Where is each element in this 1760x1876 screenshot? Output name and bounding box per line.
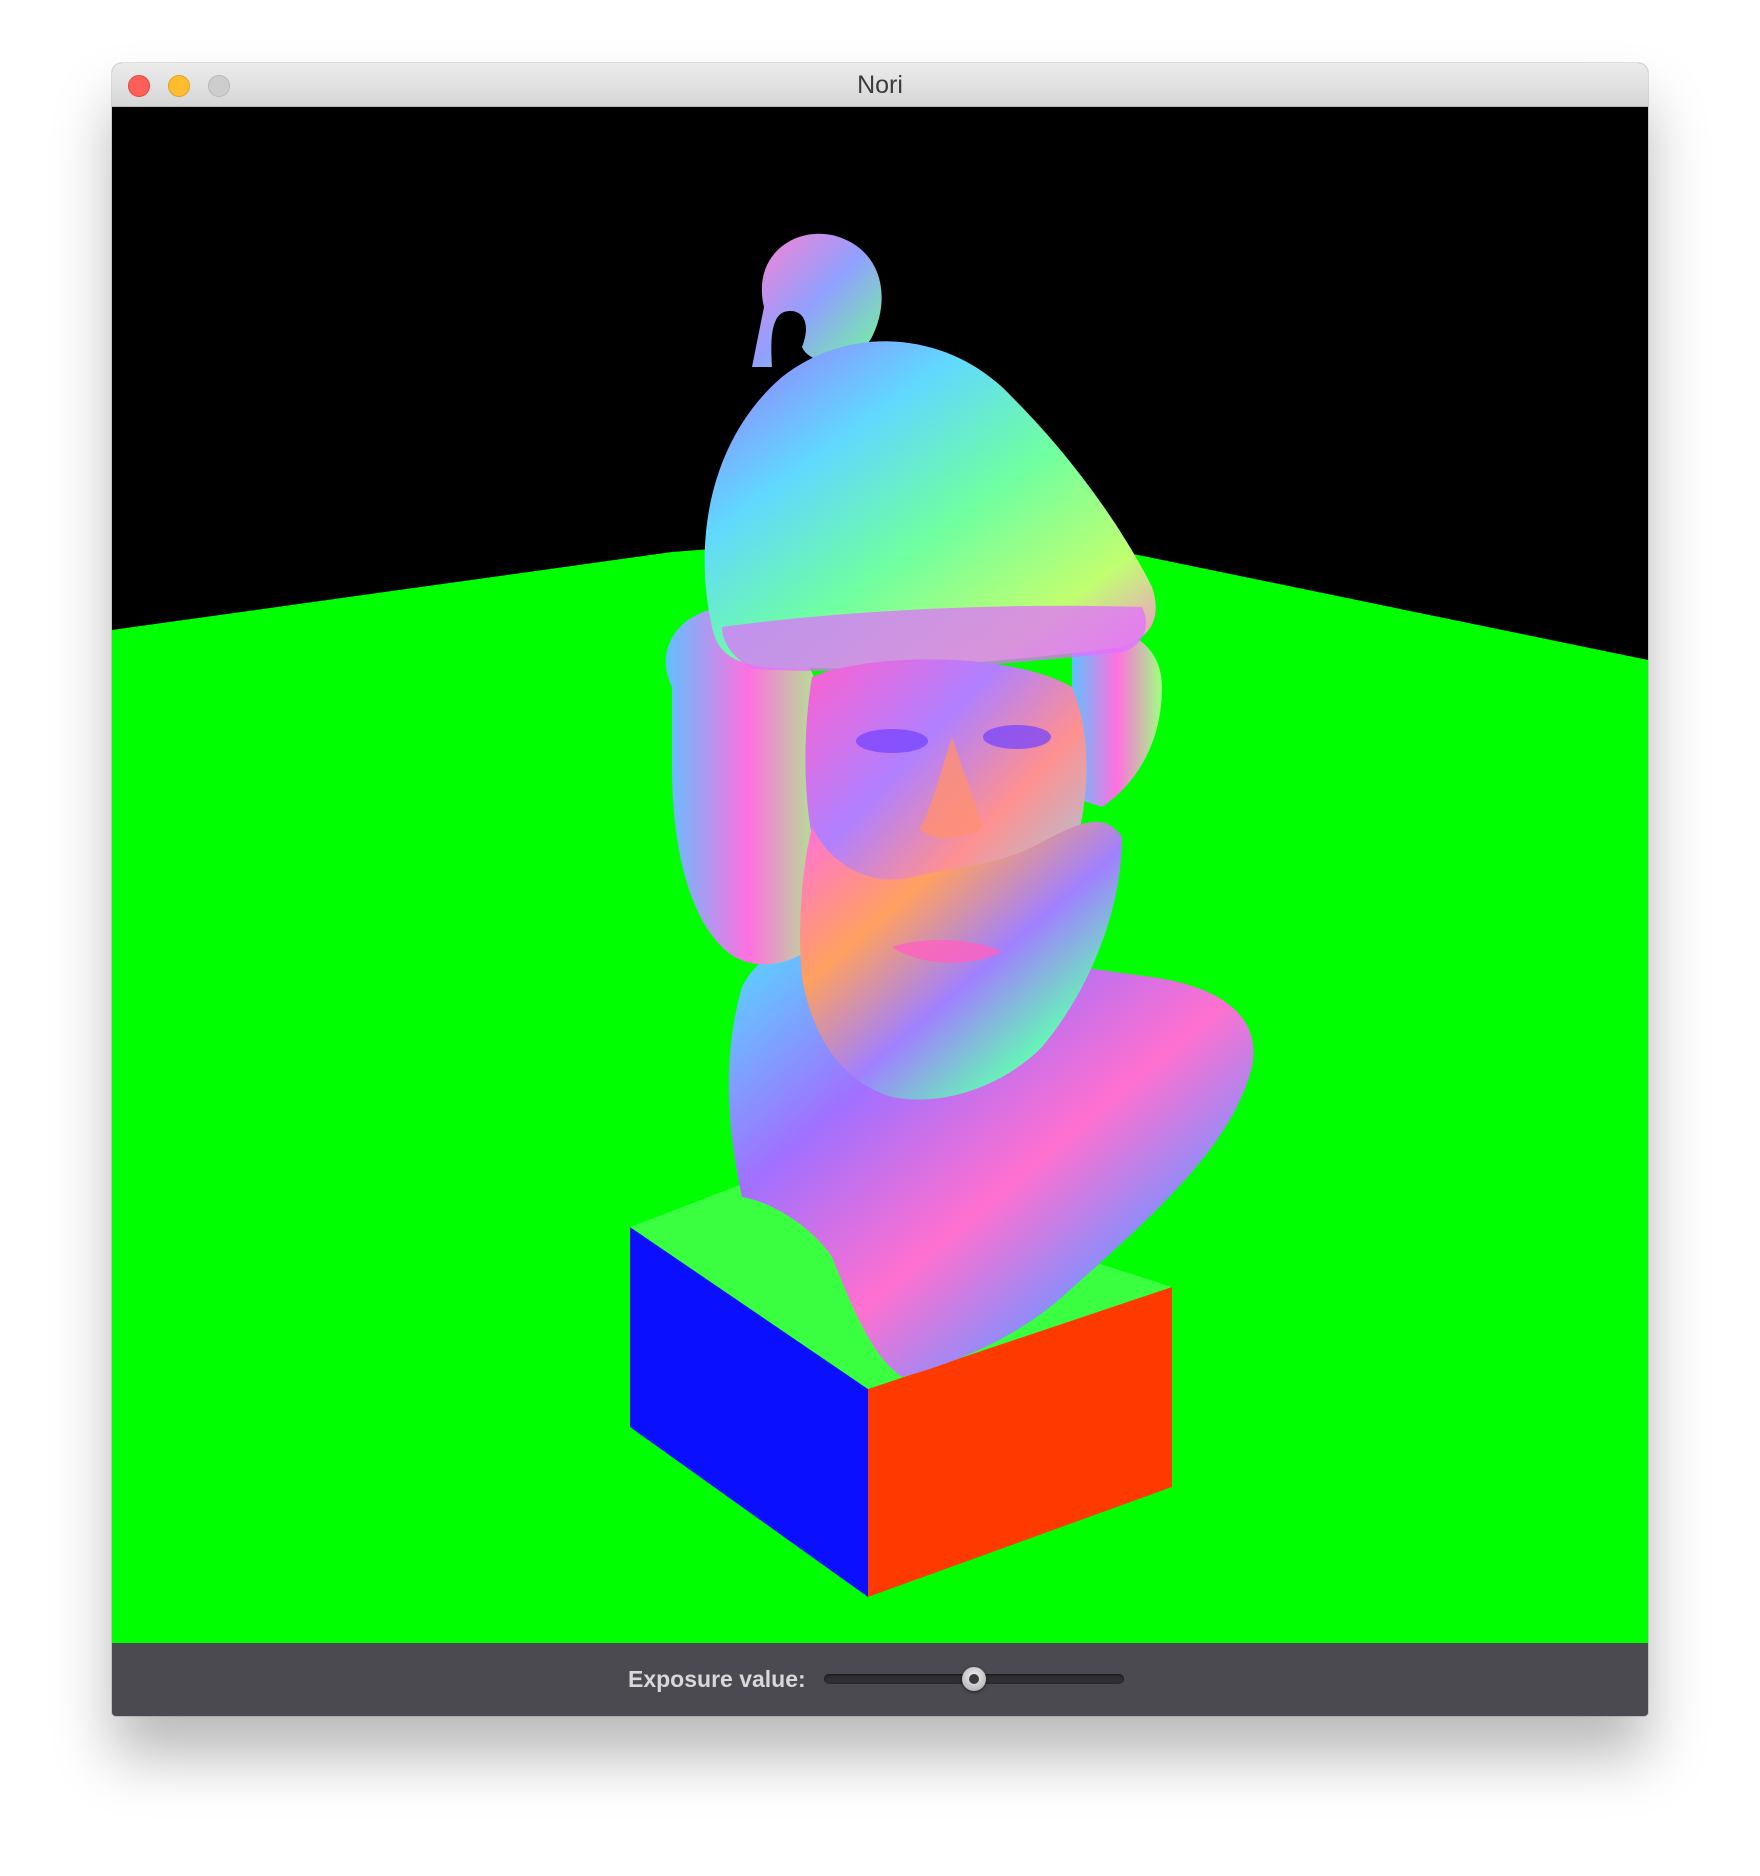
bust-eye-left (856, 729, 928, 753)
app-window: Nori Exposure value: (112, 63, 1648, 1716)
exposure-label: Exposure value: (628, 1666, 806, 1692)
window-title: Nori (857, 71, 903, 99)
bust-eye-right (983, 725, 1051, 749)
render-viewport (112, 107, 1648, 1643)
controls-panel: Exposure value: (112, 1643, 1648, 1716)
rendered-image (112, 233, 1648, 1643)
title-bar[interactable]: Nori (112, 63, 1648, 107)
exposure-slider-knob[interactable] (962, 1667, 986, 1691)
